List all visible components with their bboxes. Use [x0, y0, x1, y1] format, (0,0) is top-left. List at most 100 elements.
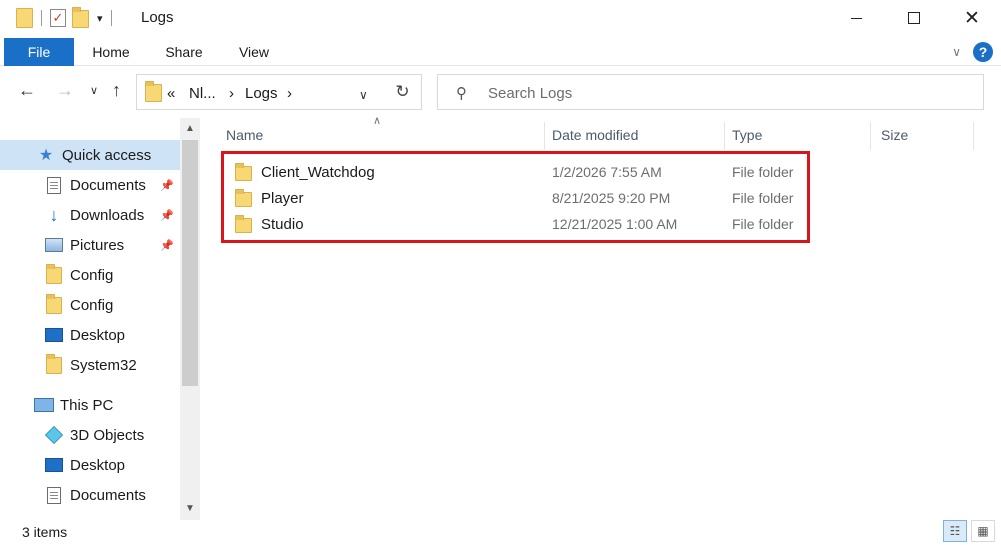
breadcrumb-separator[interactable]: › — [229, 85, 234, 102]
pin-icon[interactable]: 📌 — [160, 239, 174, 252]
breadcrumb-separator[interactable]: › — [287, 85, 292, 102]
file-name-label: Player — [261, 189, 304, 207]
expand-ribbon-icon[interactable]: ∨ — [952, 45, 961, 59]
sidebar-item-quick-access[interactable]: ★ Quick access — [0, 140, 180, 170]
tab-view[interactable]: View — [232, 38, 276, 66]
sidebar-item-this-pc[interactable]: This PC — [0, 390, 180, 420]
desktop-icon — [44, 328, 64, 342]
folder-icon — [44, 263, 64, 284]
column-header-type[interactable]: Type — [724, 118, 870, 152]
address-folder-icon — [145, 81, 162, 102]
details-view-icon[interactable]: ☷ — [943, 520, 967, 542]
folder-icon — [44, 293, 64, 314]
help-icon[interactable]: ? — [973, 42, 993, 62]
sidebar-item-documents[interactable]: Documents 📌 — [0, 170, 180, 200]
sidebar-item-label: Desktop — [70, 326, 126, 344]
refresh-button[interactable]: ↻ — [384, 74, 422, 110]
sidebar-item-label: Config — [70, 296, 114, 314]
column-header-name[interactable]: Name — [218, 118, 544, 152]
breadcrumb-parent[interactable]: Nl... — [189, 85, 216, 102]
tab-share[interactable]: Share — [160, 38, 208, 66]
customize-qat-icon[interactable]: ▾ — [97, 12, 103, 25]
status-bar: 3 items ☷ ▦ — [0, 518, 1001, 545]
close-button[interactable]: ✕ — [943, 0, 1001, 36]
maximize-button[interactable] — [885, 0, 943, 36]
large-icons-view-icon[interactable]: ▦ — [971, 520, 995, 542]
sidebar-item-label: Downloads — [70, 206, 145, 224]
breadcrumb-current[interactable]: Logs — [245, 85, 278, 102]
properties-icon[interactable]: ✓ — [50, 9, 66, 27]
file-date: 1/2/2026 7:55 AM — [552, 164, 662, 180]
search-input[interactable] — [488, 82, 968, 104]
sidebar-item-3d-objects[interactable]: 3D Objects — [0, 420, 180, 450]
scrollbar-thumb[interactable] — [182, 140, 198, 386]
file-type: File folder — [732, 190, 794, 206]
back-arrow-icon[interactable]: ← — [18, 80, 36, 101]
view-switcher: ☷ ▦ — [943, 520, 995, 542]
sidebar-item-desktop[interactable]: Desktop — [0, 320, 180, 350]
file-date: 8/21/2025 9:20 PM — [552, 190, 671, 206]
folder-icon — [235, 163, 252, 181]
column-divider[interactable] — [973, 122, 974, 150]
navigation-pane: ★ Quick access Documents 📌 ↓ Downloads 📌… — [0, 118, 200, 518]
ribbon: File Home Share View ∨ ? — [0, 38, 1001, 66]
file-list: ∧ Name Date modified Type Size Client_Wa… — [205, 115, 1001, 518]
file-name: Studio — [235, 215, 304, 233]
tab-home[interactable]: Home — [86, 38, 136, 66]
column-header-date[interactable]: Date modified — [544, 118, 724, 152]
pin-icon[interactable]: 📌 — [160, 179, 174, 192]
sidebar-item-documents[interactable]: Documents — [0, 480, 180, 510]
downloads-icon: ↓ — [49, 205, 59, 225]
sidebar-item-pictures[interactable]: Pictures 📌 — [0, 230, 180, 260]
star-icon: ★ — [38, 147, 54, 164]
folder-icon — [235, 189, 252, 207]
minimize-icon — [850, 17, 862, 19]
forward-arrow-icon[interactable]: → — [56, 80, 74, 101]
address-bar[interactable]: « Nl... › Logs › ∨ — [136, 74, 422, 110]
desktop-icon — [44, 458, 64, 472]
scroll-down-icon[interactable]: ▼ — [180, 500, 200, 518]
window-controls: ✕ — [827, 0, 1001, 36]
address-dropdown-icon[interactable]: ∨ — [359, 88, 368, 102]
sidebar-item-label: Desktop — [70, 456, 126, 474]
search-box[interactable]: ⚲ — [437, 74, 984, 110]
column-divider[interactable] — [870, 122, 871, 150]
tab-file[interactable]: File — [4, 38, 74, 66]
file-type: File folder — [732, 216, 794, 232]
minimize-button[interactable] — [827, 0, 885, 36]
file-name: Client_Watchdog — [235, 163, 375, 181]
window-title: Logs — [141, 9, 174, 26]
sidebar-item-label: This PC — [60, 396, 114, 414]
breadcrumb-more[interactable]: « — [167, 85, 175, 102]
qat-separator — [110, 10, 112, 26]
recent-locations-icon[interactable]: ∨ — [90, 84, 98, 97]
pin-icon[interactable]: 📌 — [160, 209, 174, 222]
qat-separator — [41, 10, 42, 26]
sidebar-item-config[interactable]: Config — [0, 290, 180, 320]
column-header-size[interactable]: Size — [873, 118, 973, 152]
navigation-bar: ← → ∨ ↑ « Nl... › Logs › ∨ ↻ ⚲ — [0, 70, 1001, 114]
sidebar-item-system32[interactable]: System32 — [0, 350, 180, 380]
table-row[interactable]: Studio 12/21/2025 1:00 AM File folder — [223, 211, 813, 237]
sidebar-item-downloads[interactable]: ↓ Downloads 📌 — [0, 200, 180, 230]
file-name-label: Client_Watchdog — [261, 163, 375, 181]
new-folder-icon[interactable] — [72, 7, 89, 28]
table-row[interactable]: Player 8/21/2025 9:20 PM File folder — [223, 185, 813, 211]
scroll-up-icon[interactable]: ▲ — [180, 120, 200, 138]
search-icon: ⚲ — [456, 85, 467, 102]
folder-icon — [235, 215, 252, 233]
sidebar-item-label: Pictures — [70, 236, 125, 254]
nav-scrollbar[interactable]: ▲ ▼ — [180, 118, 200, 520]
3d-objects-icon — [44, 425, 64, 445]
folder-icon — [44, 353, 64, 374]
table-row[interactable]: Client_Watchdog 1/2/2026 7:55 AM File fo… — [223, 159, 813, 185]
sidebar-item-label: Config — [70, 266, 114, 284]
up-arrow-icon[interactable]: ↑ — [112, 80, 121, 101]
maximize-icon — [908, 12, 920, 24]
documents-icon — [44, 176, 64, 194]
sidebar-item-label: Documents — [70, 486, 146, 504]
sidebar-item-config[interactable]: Config — [0, 260, 180, 290]
sidebar-item-desktop[interactable]: Desktop — [0, 450, 180, 480]
pc-icon — [34, 398, 54, 412]
file-name-label: Studio — [261, 215, 304, 233]
